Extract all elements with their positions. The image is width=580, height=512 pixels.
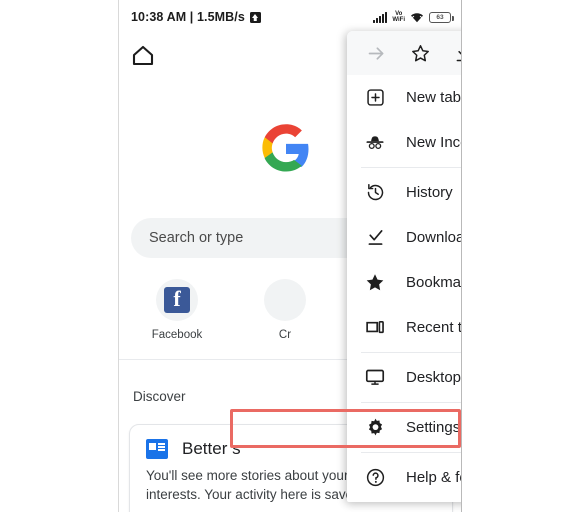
downloads-icon	[363, 227, 387, 248]
menu-item-new-incognito-tab[interactable]: New Incognito tab	[347, 120, 461, 165]
news-article-icon	[146, 439, 168, 459]
history-icon	[363, 182, 387, 203]
signal-bars-icon	[372, 12, 388, 23]
recent-tabs-icon	[363, 317, 387, 338]
menu-item-label: Recent tabs	[406, 319, 462, 336]
menu-item-label: Help & feedback	[406, 469, 461, 486]
star-icon[interactable]	[403, 36, 437, 70]
omnibox-placeholder: Search or type	[149, 230, 244, 246]
home-icon[interactable]	[132, 45, 154, 66]
facebook-icon: f	[156, 279, 198, 321]
new-tab-icon	[363, 87, 387, 108]
volte-line-2: WiFi	[392, 17, 405, 23]
upload-badge-icon	[249, 11, 261, 23]
menu-item-bookmarks[interactable]: Bookmarks	[347, 260, 462, 305]
menu-divider	[361, 452, 461, 453]
menu-item-label: Desktop site	[406, 369, 462, 386]
menu-item-downloads[interactable]: Downloads	[347, 215, 461, 260]
browser-overflow-menu: New tab New Incognito tab	[347, 31, 462, 502]
menu-item-label: Settings	[406, 419, 461, 436]
shortcut-icon	[264, 279, 306, 321]
download-icon[interactable]	[446, 36, 461, 70]
menu-item-label: History	[406, 184, 453, 201]
discover-heading: Discover	[133, 389, 186, 404]
settings-gear-icon	[363, 417, 387, 438]
facebook-glyph: f	[164, 287, 190, 313]
forward-arrow-icon[interactable]	[360, 36, 394, 70]
menu-divider	[361, 167, 461, 168]
status-bar: 10:38 AM | 1.5MB/s Vo WiFi 63	[119, 0, 461, 34]
status-time-speed: 10:38 AM | 1.5MB/s	[131, 10, 245, 24]
menu-item-label: New tab	[406, 89, 462, 106]
wifi-icon	[411, 13, 423, 23]
menu-item-help-feedback[interactable]: Help & feedback	[347, 455, 461, 500]
status-bar-left: 10:38 AM | 1.5MB/s	[131, 10, 261, 24]
bookmarks-star-icon	[363, 272, 387, 293]
desktop-site-icon	[363, 367, 387, 388]
battery-icon: 63	[429, 12, 454, 23]
google-g-logo	[262, 124, 309, 172]
menu-item-recent-tabs[interactable]: Recent tabs	[347, 305, 462, 350]
battery-level: 63	[436, 14, 444, 21]
screenshot-canvas: 10:38 AM | 1.5MB/s Vo WiFi 63 Search or …	[0, 0, 580, 512]
menu-quick-actions-toolbar	[347, 31, 461, 75]
shortcut-tile-label: Cr	[278, 329, 292, 341]
phone-screen: 10:38 AM | 1.5MB/s Vo WiFi 63 Search or …	[118, 0, 462, 512]
shortcut-tile-second[interactable]: Cr	[249, 279, 321, 341]
help-circle-icon	[363, 467, 387, 488]
menu-item-new-tab[interactable]: New tab	[347, 75, 462, 120]
menu-item-history[interactable]: History	[347, 170, 461, 215]
shortcut-tile-label: Facebook	[151, 329, 203, 341]
incognito-icon	[363, 132, 387, 153]
menu-item-desktop-site[interactable]: Desktop site	[347, 355, 462, 400]
menu-item-label: Bookmarks	[406, 274, 462, 291]
volte-wifi-icon: Vo WiFi	[392, 11, 405, 23]
shortcut-tile-facebook[interactable]: f Facebook	[141, 279, 213, 341]
menu-divider	[361, 352, 461, 353]
status-bar-right: Vo WiFi 63	[372, 11, 454, 23]
menu-item-settings[interactable]: Settings	[347, 405, 461, 450]
menu-item-label: New Incognito tab	[406, 134, 461, 151]
menu-item-label: Downloads	[406, 229, 461, 246]
news-card-title: Better s	[182, 439, 241, 458]
menu-divider	[361, 402, 461, 403]
